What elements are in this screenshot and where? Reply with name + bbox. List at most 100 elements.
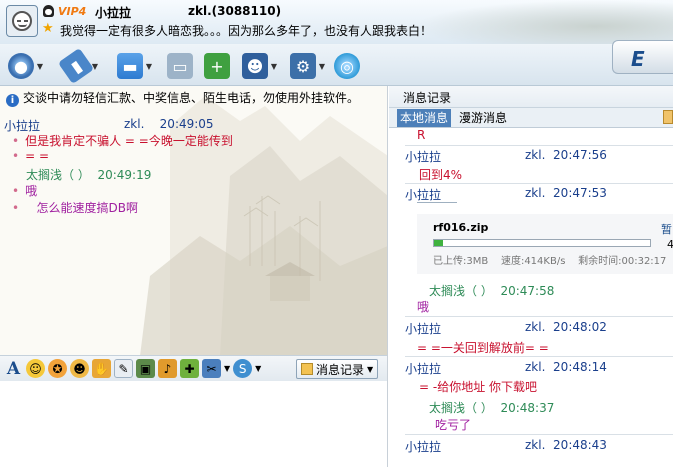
music-icon[interactable]: ♪ xyxy=(158,359,177,378)
message-time: 20:48:14 xyxy=(553,360,607,374)
magic-emoji-icon[interactable]: ✪ xyxy=(48,359,67,378)
message-time: 20:49:05 xyxy=(159,117,214,131)
history-title-bar: 消息记录 xyxy=(389,86,673,108)
sender-name: 太搁浅（ ） xyxy=(429,401,493,415)
message-record-label: 消息记录 xyxy=(316,362,365,377)
banner-logo: E xyxy=(631,47,645,71)
gift-icon[interactable]: ✚ xyxy=(180,359,199,378)
chevron-down-icon[interactable]: ▼ xyxy=(255,364,261,373)
message-time: 20:47:53 xyxy=(553,186,607,200)
user-manage-button[interactable]: ☻ ▼ xyxy=(242,52,278,80)
message-body: 怎么能速度搞DB啊 xyxy=(36,201,139,215)
shake-window-icon[interactable]: ☻ xyxy=(70,359,89,378)
tab-roaming-messages[interactable]: 漫游消息 xyxy=(459,109,507,127)
sender-account: zkl. xyxy=(124,117,145,131)
ad-banner[interactable]: E xyxy=(612,40,673,74)
sender-name: 小拉拉 xyxy=(405,440,442,454)
thumbs-up-icon[interactable]: ✋ xyxy=(92,359,111,378)
file-card-top-line xyxy=(417,202,457,203)
sender-account: zkl. xyxy=(525,186,546,200)
file-remaining: 剩余时间:00:32:17 xyxy=(578,256,667,267)
history-message-text: R xyxy=(417,128,426,142)
chevron-down-icon[interactable]: ▼ xyxy=(36,62,44,71)
message-body: 哦 xyxy=(25,184,38,198)
video-call-button[interactable]: ● ▼ xyxy=(8,52,44,80)
message-time: 20:47:56 xyxy=(553,148,607,162)
message-time: 20:47:58 xyxy=(500,284,555,298)
history-separator xyxy=(405,183,673,184)
send-file-button[interactable]: ▬ ▼ xyxy=(117,52,153,80)
history-message-header: 小拉拉 zkl. 20:47:53 xyxy=(405,186,673,203)
history-message-header: 太搁浅（ ） 20:48:37 xyxy=(429,399,554,416)
sender-account: zkl. xyxy=(525,438,546,452)
message-body: 但是我肯定不骗人 = =今晚一定能传到 xyxy=(25,134,233,148)
file-side-number: 4 xyxy=(667,238,673,251)
history-separator xyxy=(405,434,673,435)
chevron-down-icon[interactable]: ▼ xyxy=(270,62,278,71)
message-text: • = = xyxy=(12,149,49,163)
screen-share-button[interactable]: ▭ xyxy=(167,52,193,80)
voice-call-button[interactable]: ▮ ▼ xyxy=(57,47,99,85)
video-camera-icon: ● xyxy=(8,53,34,79)
message-text: • 但是我肯定不骗人 = =今晚一定能传到 xyxy=(12,132,233,149)
bullet-icon: • xyxy=(12,184,20,198)
message-text: • 怎么能速度搞DB啊 xyxy=(12,199,138,216)
history-tabs: 本地消息 漫游消息 xyxy=(389,108,673,128)
history-panel: 消息记录 本地消息 漫游消息 R 小拉拉 zkl. 20:47:56 回到4% … xyxy=(389,86,673,467)
add-contact-icon: + xyxy=(204,53,230,79)
history-separator xyxy=(405,316,673,317)
main-toolbar: ● ▼ ▮ ▼ ▬ ▼ ▭ + ☻ ▼ ⚙ ▼ ◎ xyxy=(0,44,673,86)
file-pause-link[interactable]: 暂 xyxy=(661,221,672,237)
settings-button[interactable]: ⚙ ▼ xyxy=(290,52,326,80)
image-icon[interactable]: ▣ xyxy=(136,359,155,378)
chevron-down-icon[interactable]: ▼ xyxy=(145,62,153,71)
file-uploaded: 已上传:3MB xyxy=(433,256,489,267)
settings-icon: ⚙ xyxy=(290,53,316,79)
search-s-icon[interactable]: S xyxy=(233,359,253,378)
history-message-header: 太搁浅（ ） 20:47:58 xyxy=(429,282,554,299)
emoji-icon[interactable]: ☺ xyxy=(26,359,45,378)
scribble-icon[interactable]: ✎ xyxy=(114,359,133,378)
sender-name: 小拉拉 xyxy=(4,119,41,133)
safety-notice-text: 交谈中请勿轻信汇款、中奖信息、陌生电话，勿使用外挂软件。 xyxy=(23,91,360,105)
contact-nickname: 小拉拉 xyxy=(95,6,132,20)
history-tool-icon[interactable] xyxy=(663,110,673,124)
sender-name: 小拉拉 xyxy=(405,322,442,336)
chat-header: VIP4 小拉拉 zkl.(3088110) ★ 我觉得一定有很多人暗恋我。。。… xyxy=(0,0,673,44)
avatar[interactable] xyxy=(6,5,38,37)
bullet-icon: • xyxy=(12,149,20,163)
chevron-down-icon[interactable]: ▼ xyxy=(318,62,326,71)
history-message-header: 小拉拉 zkl. 20:48:14 xyxy=(405,360,673,377)
message-record-button[interactable]: 消息记录 ▼ xyxy=(296,359,379,379)
user-manage-icon: ☻ xyxy=(242,53,268,79)
safety-notice: i 交谈中请勿轻信汇款、中奖信息、陌生电话，勿使用外挂软件。 xyxy=(6,89,359,107)
sender-name: 太搁浅（ ） xyxy=(429,284,493,298)
sender-name: 小拉拉 xyxy=(405,150,442,164)
info-icon: i xyxy=(6,94,19,107)
file-progress-bar xyxy=(433,239,651,247)
sender-name: 太搁浅（ ） xyxy=(26,168,90,182)
message-time: 20:49:19 xyxy=(97,168,152,182)
tab-local-messages[interactable]: 本地消息 xyxy=(397,109,452,127)
sender-account: zkl. xyxy=(525,320,546,334)
message-input[interactable] xyxy=(0,381,387,467)
add-contact-button[interactable]: + xyxy=(204,52,230,80)
font-icon[interactable]: A xyxy=(4,359,23,379)
history-message-text: = =一关回到解放前= = xyxy=(417,341,549,355)
message-body: = = xyxy=(25,149,50,163)
screenshot-icon[interactable]: ✂ xyxy=(202,359,221,378)
header-decoration xyxy=(413,0,673,44)
message-time: 20:48:43 xyxy=(553,438,607,452)
message-time: 20:48:02 xyxy=(553,320,607,334)
file-progress-fill xyxy=(434,240,443,246)
microphone-icon: ▮ xyxy=(57,47,95,85)
message-record-icon xyxy=(301,363,313,375)
folder-icon: ▬ xyxy=(117,53,143,79)
chevron-down-icon[interactable]: ▼ xyxy=(224,364,230,373)
message-header: 太搁浅（ ） 20:49:19 xyxy=(26,166,151,183)
history-message-text: = -给你地址 你下载吧 xyxy=(419,380,538,394)
app-button[interactable]: ◎ xyxy=(334,52,360,80)
input-toolbar: A ☺ ✪ ☻ ✋ ✎ ▣ ♪ ✚ ✂ ▼ S ▼ 消息记录 ▼ xyxy=(0,355,387,381)
history-message-header: 小拉拉 zkl. 20:48:02 xyxy=(405,320,673,337)
contact-signature: 我觉得一定有很多人暗恋我。。。因为那么多年了，也没有人跟我表白！ xyxy=(60,24,433,38)
